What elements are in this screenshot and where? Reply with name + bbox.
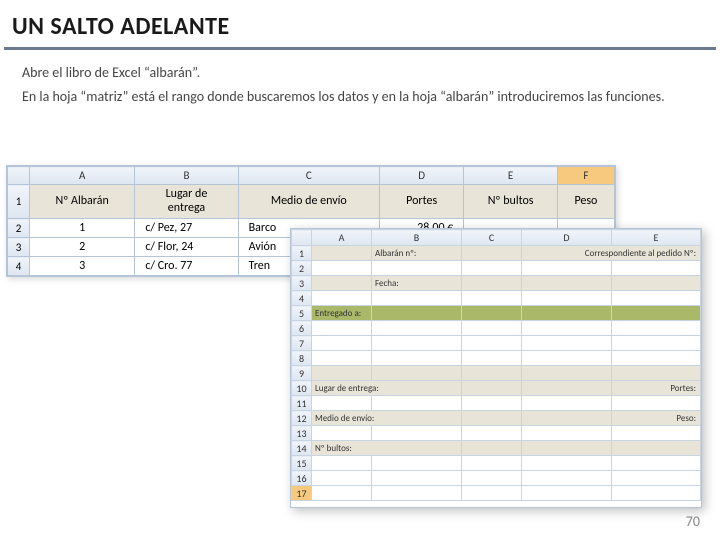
cell-e1[interactable]: Nº bultos: [464, 185, 557, 219]
row-header-3[interactable]: 3: [8, 238, 30, 257]
cell-fecha[interactable]: Fecha:: [372, 276, 462, 291]
col-header-c[interactable]: C: [238, 167, 379, 185]
cell-portes[interactable]: Portes:: [612, 381, 701, 396]
page-number: 70: [686, 513, 700, 530]
cell-num-bultos[interactable]: Nº bultos:: [312, 441, 462, 456]
bot-row-11[interactable]: 11: [292, 396, 312, 411]
cell-b4[interactable]: c/ Cro. 77: [135, 257, 238, 276]
cell-c1[interactable]: Medio de envío: [238, 185, 379, 219]
bot-row-14[interactable]: 14: [292, 441, 312, 456]
bot-row-5[interactable]: 5: [292, 306, 312, 321]
cell-lugar-entrega[interactable]: Lugar de entrega:: [312, 381, 462, 396]
para-2: En la hoja “matriz” está el rango donde …: [0, 88, 720, 106]
col-header-e[interactable]: E: [464, 167, 557, 185]
cell-a2[interactable]: 1: [30, 219, 135, 238]
col-header-b[interactable]: B: [135, 167, 238, 185]
cell-b2[interactable]: c/ Pez, 27: [135, 219, 238, 238]
bot-row-7[interactable]: 7: [292, 336, 312, 351]
page-title: UN SALTO ADELANTE: [4, 0, 716, 50]
cell-b1[interactable]: Lugar de entrega: [135, 185, 238, 219]
col-header-a[interactable]: A: [30, 167, 135, 185]
cell-f1[interactable]: Peso: [557, 185, 614, 219]
bot-row-16[interactable]: 16: [292, 471, 312, 486]
cell-albaran-num[interactable]: Albarán nº:: [372, 246, 462, 261]
bot-row-10[interactable]: 10: [292, 381, 312, 396]
bot-row-13[interactable]: 13: [292, 426, 312, 441]
cell-pedido-num[interactable]: Correspondiente al pedido Nº:: [522, 246, 701, 261]
bot-select-all-corner[interactable]: [292, 230, 312, 246]
bot-row-17[interactable]: 17: [292, 486, 312, 501]
row-header-1[interactable]: 1: [8, 185, 30, 219]
cell-b3[interactable]: c/ Flor, 24: [135, 238, 238, 257]
col-header-d[interactable]: D: [379, 167, 463, 185]
row-header-4[interactable]: 4: [8, 257, 30, 276]
bot-row-4[interactable]: 4: [292, 291, 312, 306]
cell-entregado[interactable]: Entregado a:: [312, 306, 372, 321]
bot-col-a[interactable]: A: [312, 230, 372, 246]
cell-medio-envio[interactable]: Medio de envío:: [312, 411, 462, 426]
cell-a1[interactable]: Nº Albarán: [30, 185, 135, 219]
cell-a4[interactable]: 3: [30, 257, 135, 276]
bot-row-2[interactable]: 2: [292, 261, 312, 276]
cell-d1[interactable]: Portes: [379, 185, 463, 219]
bot-row-3[interactable]: 3: [292, 276, 312, 291]
bot-row-12[interactable]: 12: [292, 411, 312, 426]
cell-peso[interactable]: Peso:: [612, 411, 701, 426]
col-header-f[interactable]: F: [557, 167, 614, 185]
bot-row-9[interactable]: 9: [292, 366, 312, 381]
bot-row-6[interactable]: 6: [292, 321, 312, 336]
bot-col-d[interactable]: D: [522, 230, 612, 246]
bot-col-c[interactable]: C: [462, 230, 522, 246]
row-header-2[interactable]: 2: [8, 219, 30, 238]
bot-row-8[interactable]: 8: [292, 351, 312, 366]
bot-row-15[interactable]: 15: [292, 456, 312, 471]
bot-col-e[interactable]: E: [612, 230, 701, 246]
para-1: Abre el libro de Excel “albarán”.: [0, 64, 720, 82]
bot-col-b[interactable]: B: [372, 230, 462, 246]
select-all-corner[interactable]: [8, 167, 30, 185]
spreadsheet-albaran: A B C D E 1 Albarán nº: Correspondiente al…: [290, 228, 702, 508]
cell-a3[interactable]: 2: [30, 238, 135, 257]
bot-row-1[interactable]: 1: [292, 246, 312, 261]
